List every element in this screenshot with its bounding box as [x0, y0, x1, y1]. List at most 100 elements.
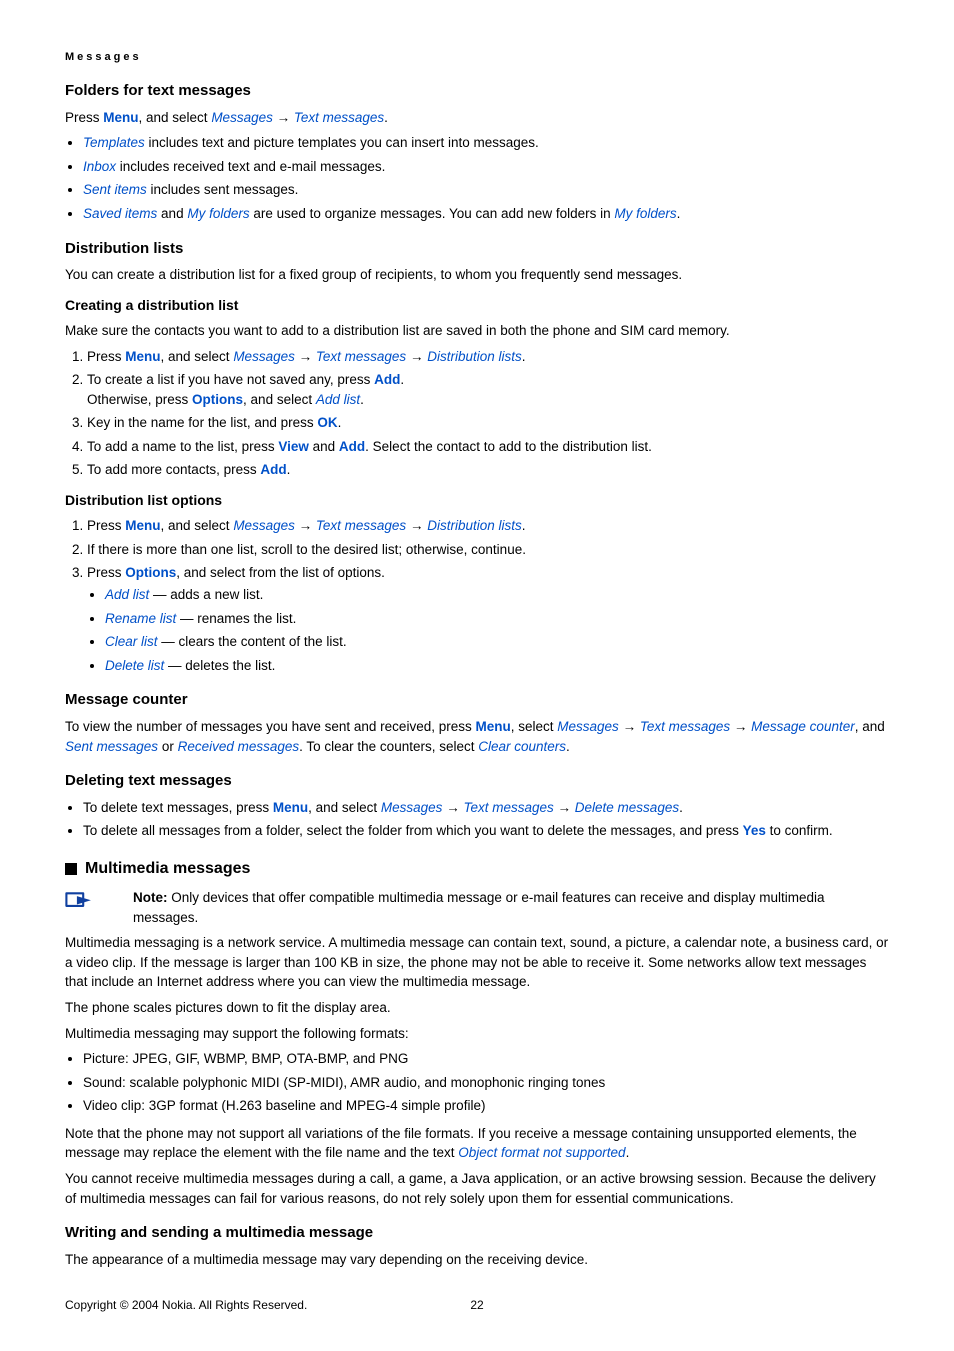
text: , and select [161, 349, 234, 364]
text: To view the number of messages you have … [65, 719, 475, 734]
arrow-icon: → [558, 800, 572, 815]
rename-list-ref: Rename list [105, 611, 176, 626]
text-messages-ref: Text messages [316, 349, 406, 364]
text: includes received text and e-mail messag… [116, 159, 385, 174]
messages-ref: Messages [233, 349, 295, 364]
text: Press [87, 518, 125, 533]
page-number: 22 [470, 1297, 483, 1314]
heading-distribution-lists: Distribution lists [65, 238, 889, 260]
text: . To clear the counters, select [299, 739, 478, 754]
text: , and select [161, 518, 234, 533]
text-messages-ref: Text messages [316, 518, 406, 533]
list-item: Picture: JPEG, GIF, WBMP, BMP, OTA-BMP, … [83, 1049, 889, 1069]
arrow-icon: → [734, 719, 748, 734]
mm-p4: Note that the phone may not support all … [65, 1124, 889, 1163]
mm-p3: Multimedia messaging may support the fol… [65, 1024, 889, 1044]
breadcrumb: Messages [65, 50, 889, 66]
add-list-ref: Add list [316, 392, 360, 407]
arrow-icon: → [410, 349, 424, 364]
object-format-ref: Object format not supported [458, 1145, 625, 1160]
list-item: Press Menu, and select Messages → Text m… [87, 516, 889, 536]
menu-ref: Menu [273, 800, 308, 815]
list-item: To delete text messages, press Menu, and… [83, 798, 889, 818]
messages-ref: Messages [381, 800, 443, 815]
list-item: Press Options, and select from the list … [87, 563, 889, 675]
sent-messages-ref: Sent messages [65, 739, 158, 754]
list-item: Rename list — renames the list. [105, 609, 889, 629]
mm-formats: Picture: JPEG, GIF, WBMP, BMP, OTA-BMP, … [65, 1049, 889, 1116]
sent-items-ref: Sent items [83, 182, 147, 197]
text: . [679, 800, 683, 815]
delete-messages-ref: Delete messages [575, 800, 679, 815]
note-text: Note: Only devices that offer compatible… [133, 888, 889, 927]
menu-ref: Menu [103, 110, 138, 125]
text: . [360, 392, 364, 407]
text: . [287, 462, 291, 477]
text-messages-ref: Text messages [640, 719, 730, 734]
arrow-icon: → [299, 349, 313, 364]
view-ref: View [278, 439, 309, 454]
note-block: Note: Only devices that offer compatible… [65, 888, 889, 927]
saved-items-ref: Saved items [83, 206, 157, 221]
list-item: Sound: scalable polyphonic MIDI (SP-MIDI… [83, 1073, 889, 1093]
ok-ref: OK [317, 415, 337, 430]
list-item: If there is more than one list, scroll t… [87, 540, 889, 560]
text: . [338, 415, 342, 430]
text-messages-ref: Text messages [294, 110, 384, 125]
dist-options-steps: Press Menu, and select Messages → Text m… [65, 516, 889, 675]
text: To create a list if you have not saved a… [87, 372, 374, 387]
text: . Select the contact to add to the distr… [365, 439, 652, 454]
text: Press [87, 565, 125, 580]
text: — adds a new list. [149, 587, 263, 602]
folders-intro: Press Menu, and select Messages → Text m… [65, 108, 889, 128]
add-list-ref: Add list [105, 587, 149, 602]
list-item: Video clip: 3GP format (H.263 baseline a… [83, 1096, 889, 1116]
list-item: Inbox includes received text and e-mail … [83, 157, 889, 177]
menu-ref: Menu [125, 518, 160, 533]
text: or [158, 739, 178, 754]
text: To delete text messages, press [83, 800, 273, 815]
arrow-icon: → [446, 800, 460, 815]
delete-list: To delete text messages, press Menu, and… [65, 798, 889, 841]
arrow-icon: → [410, 518, 424, 533]
text: . [626, 1145, 630, 1160]
text: — renames the list. [176, 611, 296, 626]
yes-ref: Yes [743, 823, 766, 838]
folders-list: Templates includes text and picture temp… [65, 133, 889, 223]
text: Press [65, 110, 103, 125]
text: Otherwise, press [87, 392, 192, 407]
list-item: Delete list — deletes the list. [105, 656, 889, 676]
text: , and [855, 719, 885, 734]
text: to confirm. [766, 823, 833, 838]
text: . [400, 372, 404, 387]
options-sublist: Add list — adds a new list. Rename list … [87, 585, 889, 675]
clear-counters-ref: Clear counters [478, 739, 566, 754]
list-item: Saved items and My folders are used to o… [83, 204, 889, 224]
text: Press [87, 349, 125, 364]
messages-ref: Messages [233, 518, 295, 533]
text: To add a name to the list, press [87, 439, 278, 454]
templates-ref: Templates [83, 135, 145, 150]
list-item: Key in the name for the list, and press … [87, 413, 889, 433]
copyright: Copyright © 2004 Nokia. All Rights Reser… [65, 1297, 307, 1314]
delete-list-ref: Delete list [105, 658, 164, 673]
text: , and select [243, 392, 316, 407]
options-ref: Options [125, 565, 176, 580]
text: , and select [308, 800, 381, 815]
message-counter-ref: Message counter [751, 719, 855, 734]
text: includes text and picture templates you … [145, 135, 539, 150]
distribution-lists-ref: Distribution lists [427, 349, 522, 364]
text: are used to organize messages. You can a… [250, 206, 615, 221]
text: and [309, 439, 339, 454]
heading-writing-mm: Writing and sending a multimedia message [65, 1222, 889, 1244]
distribution-lists-ref: Distribution lists [427, 518, 522, 533]
add-ref: Add [339, 439, 365, 454]
list-item: To add a name to the list, press View an… [87, 437, 889, 457]
list-item: To add more contacts, press Add. [87, 460, 889, 480]
menu-ref: Menu [475, 719, 510, 734]
text: includes sent messages. [147, 182, 299, 197]
inbox-ref: Inbox [83, 159, 116, 174]
list-item: To create a list if you have not saved a… [87, 370, 889, 409]
mm-p2: The phone scales pictures down to fit th… [65, 998, 889, 1018]
text: . [522, 518, 526, 533]
